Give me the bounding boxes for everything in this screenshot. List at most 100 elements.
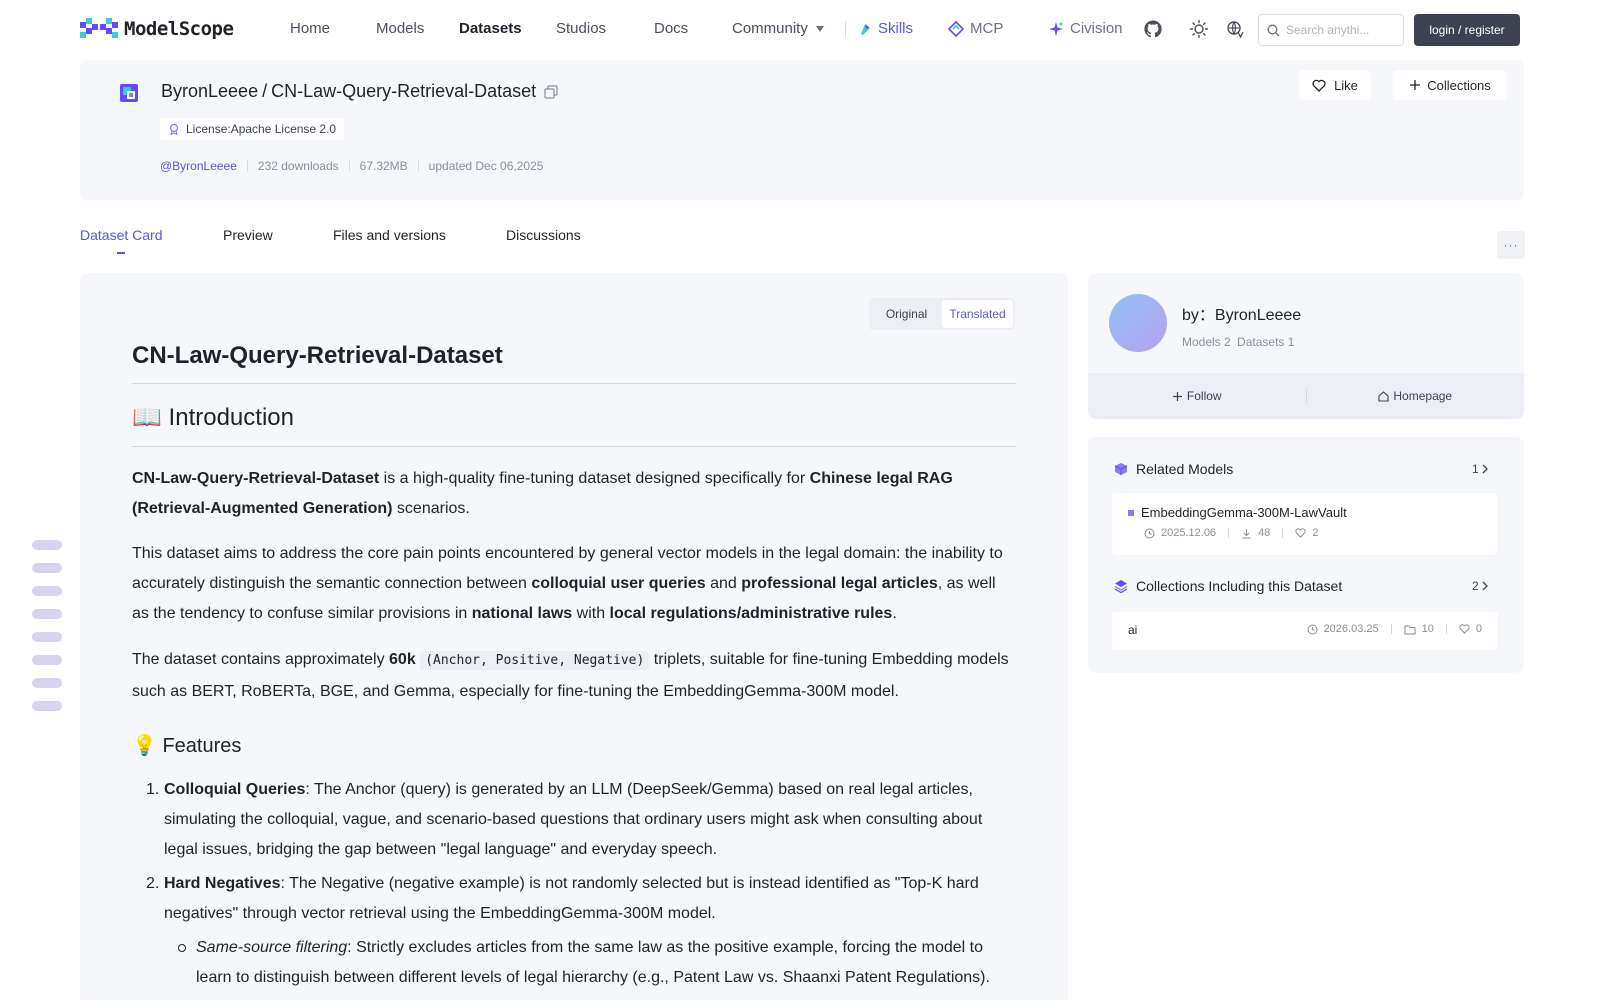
intro-heading: 📖 Introduction [132,404,294,431]
bold-text: local regulations/administrative rules [609,605,893,622]
folder-icon [1404,625,1416,634]
more-options-button[interactable]: ··· [1497,231,1525,259]
search-icon [1267,24,1280,36]
search-box[interactable] [1258,14,1404,46]
table-of-contents [32,540,62,724]
collection-meta: 2026.03.25 10 0 [1307,623,1482,635]
toggle-translated[interactable]: Translated [942,300,1013,328]
like-button[interactable]: Like [1299,70,1371,100]
plus-icon [1172,391,1182,401]
bold-text: colloquial user queries [531,575,706,592]
nav-community[interactable]: Community [732,20,824,37]
related-model-item[interactable]: EmbeddingGemma-300M-LawVault 2025.12.06 … [1112,493,1498,555]
toc-item[interactable] [32,609,62,619]
related-models-count[interactable]: 1 [1472,462,1489,476]
collections-count[interactable]: 2 [1472,579,1489,593]
tab-preview[interactable]: Preview [223,227,273,243]
toc-item[interactable] [32,632,62,642]
license-badge[interactable]: License:Apache License 2.0 [160,118,345,140]
meta-divider [1390,624,1392,634]
author-card: by：ByronLeeee Models 2 Datasets 1 Follow… [1088,273,1524,419]
collection-item[interactable]: ai 2026.03.25 10 0 [1112,612,1498,650]
collection-date: 2026.03.25 [1323,623,1379,635]
count-value: 1 [1472,462,1479,476]
author-link[interactable]: @ByronLeeee [160,159,237,173]
collections-label: Collections [1427,77,1491,93]
sun-icon[interactable] [1189,19,1209,39]
text: with [572,605,610,622]
nav-skills-label: Skills [878,20,914,37]
path-separator: / [262,81,268,101]
model-downloads: 48 [1258,527,1271,539]
add-to-collections-button[interactable]: Collections [1393,70,1507,100]
license-text: License:Apache License 2.0 [186,122,337,136]
author-datasets-count[interactable]: Datasets 1 [1237,335,1294,349]
nav-mcp[interactable]: MCP [948,20,1003,37]
chevron-right-icon [1482,464,1488,474]
bold-text: CN-Law-Query-Retrieval-Dataset [132,470,380,487]
toc-item[interactable] [32,701,62,711]
author-name[interactable]: by：ByronLeeee [1182,301,1301,325]
model-name-text: EmbeddingGemma-300M-LawVault [1141,505,1347,520]
logo[interactable]: ModelScope [80,18,234,40]
toggle-original[interactable]: Original [871,300,942,328]
translate-icon[interactable] [1226,19,1246,39]
meta-divider [1282,528,1284,538]
nav-studios[interactable]: Studios [556,20,606,37]
plus-icon [1410,80,1421,90]
bold-text: professional legal articles [741,575,938,592]
logo-text: ModelScope [124,18,234,40]
toc-item[interactable] [32,563,62,573]
home-icon [1378,390,1389,402]
tab-dataset-card[interactable]: Dataset Card [80,227,162,243]
dataset-name: CN-Law-Query-Retrieval-Dataset [271,81,537,101]
layers-icon [1114,580,1128,593]
download-count: 232 downloads [257,159,339,173]
author-models-count[interactable]: Models 2 [1182,335,1231,349]
github-icon[interactable] [1143,19,1163,39]
dataset-card-content: Original Translated CN-Law-Query-Retriev… [80,273,1068,1000]
readme-title: CN-Law-Query-Retrieval-Dataset [132,342,503,369]
heart-icon [1312,79,1326,92]
login-register-button[interactable]: login / register [1414,14,1520,46]
dataset-owner[interactable]: ByronLeeee [161,81,258,102]
copy-icon[interactable] [544,84,558,99]
collection-name: ai [1128,623,1138,637]
nav-skills[interactable]: Skills [858,20,913,37]
nav-models[interactable]: Models [376,20,424,37]
toc-item[interactable] [32,678,62,688]
italic-text: Same-source filtering [196,939,348,956]
search-input[interactable] [1286,23,1396,37]
nav-datasets[interactable]: Datasets [459,20,522,37]
nav-community-label: Community [732,20,808,37]
homepage-button[interactable]: Homepage [1307,389,1525,403]
meta-divider [1228,528,1230,538]
skills-icon [861,23,870,35]
follow-button[interactable]: Follow [1088,389,1306,403]
model-meta: 2025.12.06 48 2 [1144,527,1318,539]
model-cube-icon [1114,463,1128,475]
toc-item[interactable] [32,540,62,550]
chevron-right-icon [1482,581,1488,591]
text: is a high-quality fine-tuning dataset de… [379,470,810,487]
top-navbar: ModelScope Home Models Datasets Studios … [0,0,1600,60]
bold-text: Hard Negatives [164,875,281,892]
intro-paragraph-2: This dataset aims to address the core pa… [132,539,1016,629]
related-models-heading: Related Models [1114,461,1233,477]
tab-discussions[interactable]: Discussions [506,227,581,243]
toc-item[interactable] [32,586,62,596]
nav-divider [845,21,846,37]
meta-divider [246,160,248,172]
toc-item[interactable] [32,655,62,665]
count-value: 2 [1472,579,1479,593]
avatar[interactable] [1109,294,1167,352]
tab-files-and-versions[interactable]: Files and versions [333,227,446,243]
nav-docs[interactable]: Docs [654,20,688,37]
nav-civision[interactable]: Civision [1048,20,1123,37]
dataset-size: 67.32MB [359,159,408,173]
bold-text: 60k [389,651,416,668]
dataset-header: ByronLeeee / CN-Law-Query-Retrieval-Data… [80,60,1524,200]
text: and [705,575,742,592]
intro-paragraph-3: The dataset contains approximately 60k (… [132,644,1016,707]
nav-home[interactable]: Home [290,20,330,37]
